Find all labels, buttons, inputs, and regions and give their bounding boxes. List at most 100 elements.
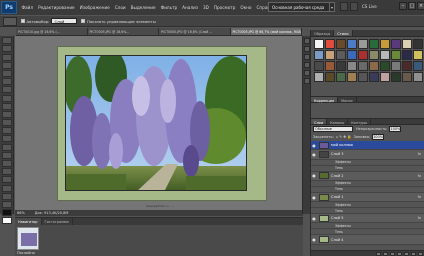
new-adjustment-icon[interactable] <box>397 251 402 256</box>
style-swatch[interactable] <box>347 72 357 82</box>
blur-tool-icon[interactable] <box>2 135 12 143</box>
style-swatch[interactable] <box>314 50 324 60</box>
style-swatch[interactable] <box>391 61 401 71</box>
lasso-tool-icon[interactable] <box>2 53 12 61</box>
tab-adjustments[interactable]: Коррекция <box>311 97 339 103</box>
fill-input[interactable]: 100% <box>372 134 385 140</box>
style-swatch[interactable] <box>413 50 423 60</box>
style-swatch[interactable] <box>358 61 368 71</box>
style-swatch[interactable] <box>402 72 412 82</box>
crop-tool-icon[interactable] <box>2 69 12 77</box>
style-swatch[interactable] <box>380 61 390 71</box>
style-swatch[interactable] <box>336 39 346 49</box>
3d-rotate-tool-icon[interactable] <box>2 184 12 192</box>
hand-tool-icon[interactable] <box>2 192 12 200</box>
style-swatch[interactable] <box>347 61 357 71</box>
blend-mode-dropdown[interactable]: Обычные <box>313 126 353 132</box>
layer-row[interactable]: ● Слой 2 fx <box>311 171 424 181</box>
cs-live-icon[interactable] <box>350 2 358 11</box>
eye-icon[interactable]: ● <box>311 195 317 200</box>
new-group-icon[interactable] <box>404 251 409 256</box>
path-selection-tool-icon[interactable] <box>2 168 12 176</box>
wisteria-photo[interactable] <box>65 55 247 191</box>
tab-channels[interactable]: Каналы <box>327 119 349 125</box>
clone-stamp-tool-icon[interactable] <box>2 102 12 110</box>
style-swatch[interactable] <box>336 72 346 82</box>
lock-icons[interactable]: ▫ ✎ ✥ 🔒 <box>336 135 352 139</box>
layer-row[interactable]: ● Слой 3 fx <box>311 150 424 160</box>
eraser-tool-icon[interactable] <box>2 119 12 127</box>
workspace-switcher[interactable]: Основная рабочая среда <box>268 2 330 12</box>
fx-icon[interactable]: fx <box>418 216 421 220</box>
menu-filter[interactable]: Фильтр <box>158 5 180 10</box>
foreground-color-swatch[interactable] <box>2 209 12 217</box>
style-swatch[interactable] <box>380 72 390 82</box>
autoselect-dropdown[interactable]: Слой <box>51 18 78 24</box>
gradient-tool-icon[interactable] <box>2 127 12 135</box>
style-swatch[interactable] <box>391 39 401 49</box>
chevron-down-icon[interactable]: ▾ <box>330 2 335 12</box>
magic-wand-tool-icon[interactable] <box>2 61 12 69</box>
doc-tab[interactable]: PICT0005.JPG @ 16,6% (Слой ... <box>159 28 231 35</box>
style-swatch[interactable] <box>358 39 368 49</box>
move-tool-icon[interactable] <box>2 37 12 45</box>
layer-row[interactable]: ● Слой 5 fx <box>311 214 424 224</box>
arrow-icon[interactable] <box>340 2 348 11</box>
autoselect-checkbox[interactable] <box>21 19 25 23</box>
type-tool-icon[interactable] <box>2 160 12 167</box>
eye-icon[interactable]: ● <box>311 216 317 221</box>
menu-image[interactable]: Изображение <box>77 5 112 10</box>
style-swatch[interactable] <box>402 61 412 71</box>
minimize-icon[interactable]: – <box>399 2 407 10</box>
style-swatch[interactable] <box>347 39 357 49</box>
pen-tool-icon[interactable] <box>2 151 12 159</box>
cs-live-label[interactable]: CS Live <box>362 4 377 9</box>
maximize-icon[interactable]: □ <box>408 2 416 10</box>
style-swatch[interactable] <box>391 50 401 60</box>
menu-view[interactable]: Просмотр <box>211 5 238 10</box>
move-tool-icon[interactable] <box>3 16 17 26</box>
eye-icon[interactable]: ● <box>311 152 317 157</box>
tab-layers[interactable]: Слои <box>311 119 328 125</box>
tab-navigator[interactable]: Навигатор <box>15 218 42 225</box>
close-icon[interactable]: × <box>417 2 424 10</box>
eye-icon[interactable]: ● <box>311 237 317 242</box>
style-swatch[interactable] <box>413 61 423 71</box>
style-swatch[interactable] <box>358 50 368 60</box>
style-swatch[interactable] <box>314 39 324 49</box>
menu-window[interactable]: Окно <box>238 5 254 10</box>
zoom-tool-icon[interactable] <box>2 200 12 208</box>
style-swatch[interactable] <box>325 61 335 71</box>
style-swatch[interactable] <box>380 50 390 60</box>
fx-icon[interactable]: fx <box>418 174 421 178</box>
menu-edit[interactable]: Редактирование <box>36 5 78 10</box>
shape-tool-icon[interactable] <box>2 176 12 184</box>
style-swatch[interactable] <box>369 61 379 71</box>
tab-paths[interactable]: Контуры <box>348 119 372 125</box>
tab-histogram[interactable]: Гистограмма <box>42 218 73 225</box>
style-swatch[interactable] <box>336 50 346 60</box>
doc-tab[interactable]: PICT0010.jpg @ 16,6% (... <box>16 28 88 35</box>
style-swatch[interactable] <box>369 72 379 82</box>
fx-icon[interactable]: fx <box>418 152 421 156</box>
layer-row[interactable]: ● мой коллаж <box>311 141 424 151</box>
menu-select[interactable]: Выделение <box>128 5 158 10</box>
navigator-thumbnail[interactable] <box>17 227 39 250</box>
menu-file[interactable]: Файл <box>19 5 36 10</box>
style-swatch[interactable] <box>369 39 379 49</box>
layer-style-icon[interactable] <box>383 251 388 256</box>
tab-styles[interactable]: Стили <box>334 30 353 36</box>
history-brush-tool-icon[interactable] <box>2 110 12 118</box>
layer-row[interactable]: ● Слой 4 <box>311 235 424 245</box>
style-swatch[interactable] <box>336 61 346 71</box>
link-layers-icon[interactable] <box>376 251 381 256</box>
navigator-view-box[interactable] <box>21 233 37 246</box>
brush-tool-icon[interactable] <box>2 94 12 102</box>
collage-frame[interactable]: www.pphoto.ru · ... <box>57 46 267 208</box>
style-swatch[interactable] <box>358 72 368 82</box>
background-color-swatch[interactable] <box>2 217 12 225</box>
fx-icon[interactable]: fx <box>418 195 421 199</box>
style-swatch[interactable] <box>369 50 379 60</box>
status-doc-size[interactable]: Док: 913,4K/20,8M <box>35 211 69 215</box>
status-zoom[interactable]: 66% <box>17 211 25 215</box>
